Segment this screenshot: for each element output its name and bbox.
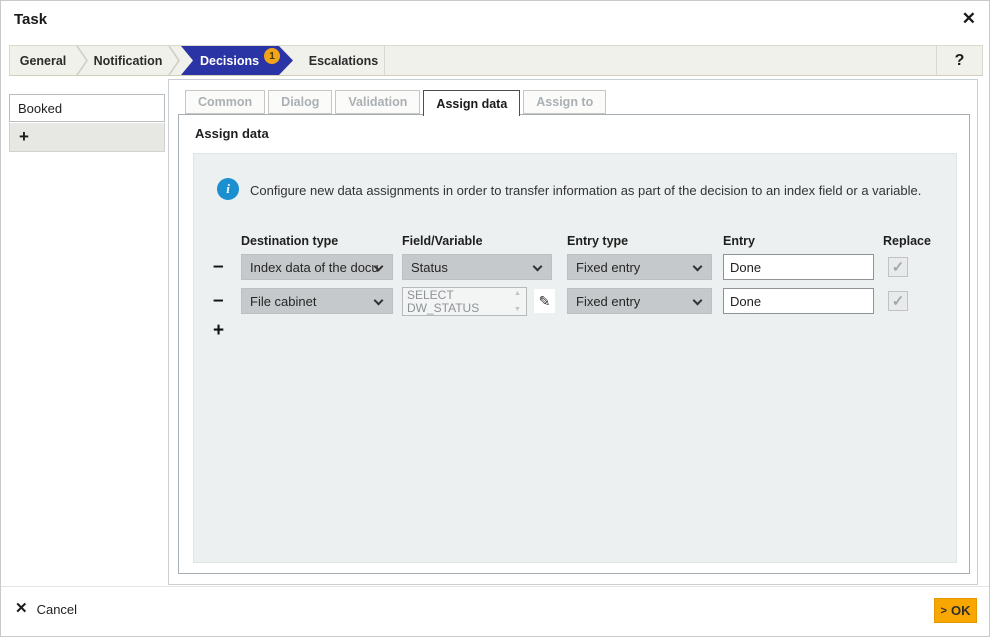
column-header-replace: Replace: [883, 234, 931, 248]
cancel-label: Cancel: [37, 602, 77, 617]
entry-input[interactable]: [723, 288, 874, 314]
detail-tabbar: Common Dialog Validation Assign data Ass…: [185, 90, 606, 115]
assignment-row: – Index data of the docu Status Fixed en…: [194, 254, 956, 282]
destination-type-select[interactable]: Index data of the docu: [241, 254, 393, 280]
info-icon: i: [217, 178, 239, 200]
edit-sql-button[interactable]: ✎: [534, 289, 555, 313]
column-header-entry: Entry: [723, 234, 755, 248]
decisions-count-badge: 1: [264, 48, 280, 64]
replace-checkbox[interactable]: ✓: [888, 257, 908, 277]
assignment-row: – File cabinet SELECT DW_STATUS FROM ▲ ▼…: [194, 288, 956, 316]
destination-type-value: Index data of the docu: [250, 260, 379, 275]
field-variable-select[interactable]: Status: [402, 254, 552, 280]
chevron-down-icon: [533, 262, 543, 272]
destination-type-value: File cabinet: [250, 294, 316, 309]
decision-detail-panel: Common Dialog Validation Assign data Ass…: [168, 79, 978, 585]
step-general[interactable]: General: [10, 46, 76, 75]
decision-list-item-booked[interactable]: Booked: [9, 94, 165, 122]
tab-assign-to[interactable]: Assign to: [523, 90, 606, 114]
add-assignment-button[interactable]: +: [213, 322, 224, 340]
cancel-button[interactable]: ✕ Cancel: [15, 601, 77, 617]
close-icon[interactable]: ✕: [962, 9, 976, 29]
step-strip: General Notification Decisions 1 Escalat…: [9, 45, 983, 76]
tab-dialog[interactable]: Dialog: [268, 90, 332, 114]
spin-up-icon[interactable]: ▲: [514, 290, 521, 297]
step-notification[interactable]: Notification: [88, 46, 168, 75]
tab-assign-data[interactable]: Assign data: [423, 90, 520, 116]
entry-type-select[interactable]: Fixed entry: [567, 254, 712, 280]
tab-validation[interactable]: Validation: [335, 90, 420, 114]
step-decisions[interactable]: Decisions 1: [181, 46, 293, 75]
section-title: Assign data: [195, 126, 269, 141]
pencil-icon: ✎: [539, 293, 551, 310]
destination-type-select[interactable]: File cabinet: [241, 288, 393, 314]
entry-input[interactable]: [723, 254, 874, 280]
entry-type-select[interactable]: Fixed entry: [567, 288, 712, 314]
chevron-separator-icon: [76, 46, 88, 75]
remove-row-button[interactable]: –: [213, 292, 224, 310]
chevron-down-icon: [374, 296, 384, 306]
assign-data-panel: Assign data i Configure new data assignm…: [178, 114, 970, 574]
sql-statement-text: SELECT DW_STATUS FROM: [407, 289, 503, 316]
column-header-field-variable: Field/Variable: [402, 234, 483, 248]
titlebar: Task ✕: [1, 1, 989, 41]
dialog-footer: ✕ Cancel > OK: [1, 586, 989, 637]
cancel-x-icon: ✕: [15, 601, 28, 617]
step-strip-spacer: [385, 46, 936, 75]
spin-down-icon[interactable]: ▼: [514, 306, 521, 313]
ok-button[interactable]: > OK: [934, 598, 977, 623]
chevron-down-icon: [693, 296, 703, 306]
add-decision-button[interactable]: +: [9, 123, 165, 152]
ok-label: OK: [951, 603, 971, 618]
column-header-destination-type: Destination type: [241, 234, 338, 248]
ok-chevron-icon: >: [941, 605, 947, 617]
dialog-title: Task: [14, 11, 47, 28]
entry-type-value: Fixed entry: [576, 294, 640, 309]
sql-statement-field[interactable]: SELECT DW_STATUS FROM ▲ ▼: [402, 287, 527, 316]
scroll-spinner-icon[interactable]: ▲ ▼: [511, 290, 524, 313]
help-button[interactable]: ?: [936, 46, 982, 75]
tab-common[interactable]: Common: [185, 90, 265, 114]
info-text: Configure new data assignments in order …: [250, 183, 921, 198]
step-decisions-label: Decisions: [200, 54, 259, 68]
remove-row-button[interactable]: –: [213, 258, 224, 276]
chevron-down-icon: [693, 262, 703, 272]
column-header-entry-type: Entry type: [567, 234, 628, 248]
replace-checkbox[interactable]: ✓: [888, 291, 908, 311]
task-dialog: Task ✕ General Notification Decisions 1 …: [0, 0, 990, 637]
chevron-separator-icon: [168, 46, 180, 75]
assign-data-box: i Configure new data assignments in orde…: [193, 153, 957, 563]
field-variable-value: Status: [411, 260, 448, 275]
step-escalations[interactable]: Escalations: [293, 46, 385, 75]
entry-type-value: Fixed entry: [576, 260, 640, 275]
